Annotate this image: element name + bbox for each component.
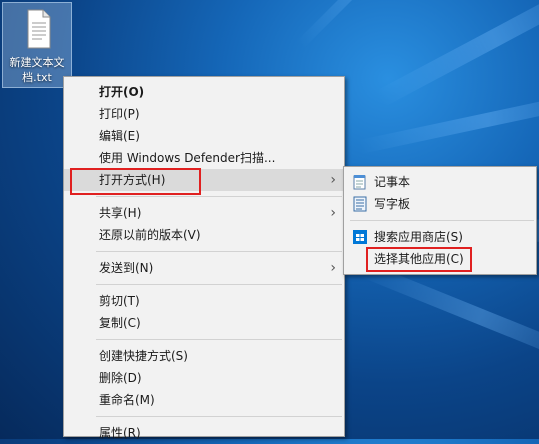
submenu-item-wordpad-label: 写字板 xyxy=(374,197,411,211)
menu-item-send-to-label: 发送到(N) xyxy=(99,261,154,275)
submenu-item-wordpad[interactable]: 写字板 xyxy=(344,193,536,215)
open-with-submenu: 记事本 写字板 搜索应用商店(S) 选择其他应用(C) xyxy=(343,166,537,275)
wordpad-icon xyxy=(353,196,367,212)
menu-separator xyxy=(96,251,342,252)
menu-separator xyxy=(96,339,342,340)
chevron-right-icon: › xyxy=(330,205,336,221)
menu-item-open-with-label: 打开方式(H) xyxy=(99,173,166,187)
chevron-right-icon: › xyxy=(330,260,336,276)
desktop-file-label: 新建文本文档.txt xyxy=(9,56,65,84)
text-file-icon xyxy=(27,9,51,49)
menu-item-create-shortcut[interactable]: 创建快捷方式(S) xyxy=(64,345,344,367)
notepad-icon xyxy=(353,175,366,190)
menu-item-restore-versions[interactable]: 还原以前的版本(V) xyxy=(64,224,344,246)
menu-separator xyxy=(96,416,342,417)
submenu-item-choose-other-app[interactable]: 选择其他应用(C) xyxy=(344,248,536,270)
menu-item-cut[interactable]: 剪切(T) xyxy=(64,290,344,312)
chevron-right-icon: › xyxy=(330,172,336,188)
submenu-item-notepad-label: 记事本 xyxy=(374,175,411,189)
menu-item-open-with[interactable]: 打开方式(H) › xyxy=(64,169,344,191)
submenu-item-choose-other-app-label: 选择其他应用(C) xyxy=(374,252,464,266)
menu-item-share[interactable]: 共享(H) › xyxy=(64,202,344,224)
menu-item-delete[interactable]: 删除(D) xyxy=(64,367,344,389)
menu-item-defender-scan[interactable]: 使用 Windows Defender扫描... xyxy=(64,147,344,169)
submenu-item-search-store-label: 搜索应用商店(S) xyxy=(374,230,463,244)
menu-separator xyxy=(96,284,342,285)
menu-separator xyxy=(350,220,534,221)
menu-item-share-label: 共享(H) xyxy=(99,206,142,220)
menu-item-open[interactable]: 打开(O) xyxy=(64,81,344,103)
menu-separator xyxy=(96,196,342,197)
submenu-item-notepad[interactable]: 记事本 xyxy=(344,171,536,193)
menu-item-copy[interactable]: 复制(C) xyxy=(64,312,344,334)
menu-item-rename[interactable]: 重命名(M) xyxy=(64,389,344,411)
menu-item-edit[interactable]: 编辑(E) xyxy=(64,125,344,147)
menu-item-print[interactable]: 打印(P) xyxy=(64,103,344,125)
desktop-file-icon[interactable]: 新建文本文档.txt xyxy=(2,2,72,88)
menu-item-send-to[interactable]: 发送到(N) › xyxy=(64,257,344,279)
submenu-item-search-store[interactable]: 搜索应用商店(S) xyxy=(344,226,536,248)
menu-item-properties[interactable]: 属性(R) xyxy=(64,422,344,444)
context-menu: 打开(O) 打印(P) 编辑(E) 使用 Windows Defender扫描.… xyxy=(63,76,345,440)
store-icon xyxy=(353,230,367,244)
